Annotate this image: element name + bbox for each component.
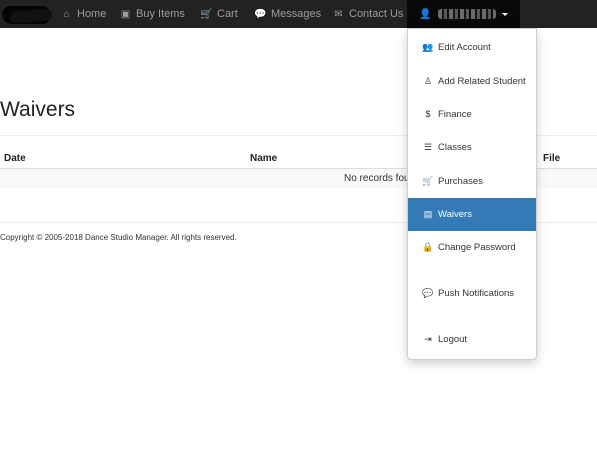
menu-item-label: Logout xyxy=(438,333,468,345)
nav-contact-us-label: Contact Us xyxy=(349,8,404,20)
menu-item-label: Add Related Student xyxy=(438,75,526,87)
menu-item-change-password[interactable]: 🔒 Change Password xyxy=(408,238,536,256)
nav-contact-us[interactable]: ✉ Contact Us xyxy=(332,0,403,28)
column-header-name: Name xyxy=(250,153,278,164)
menu-item-push-notifications[interactable]: 💬 Push Notifications xyxy=(408,284,536,302)
users-icon: 👥 xyxy=(422,41,434,52)
home-icon: ⌂ xyxy=(63,8,70,20)
envelope-icon: ✉ xyxy=(334,8,343,20)
nav-messages[interactable]: 💬 Messages xyxy=(254,0,321,28)
package-icon: ▣ xyxy=(120,8,131,20)
top-navbar: ⌂ Home ▣ Buy Items 🛒 Cart 💬 Messages ✉ C… xyxy=(0,0,597,28)
student-icon: ♙ xyxy=(423,75,433,86)
cart-icon: 🛒 xyxy=(200,8,213,20)
nav-home-label: Home xyxy=(77,8,107,20)
nav-messages-label: Messages xyxy=(271,8,322,20)
menu-item-label: Purchases xyxy=(438,175,483,187)
nav-home[interactable]: ⌂ Home xyxy=(60,0,106,28)
dollar-icon: $ xyxy=(425,109,431,119)
comments-icon: 💬 xyxy=(422,287,434,298)
nav-cart-label: Cart xyxy=(217,8,238,20)
column-header-date: Date xyxy=(4,153,26,164)
menu-item-add-related-student[interactable]: ♙ Add Related Student xyxy=(408,72,536,90)
menu-item-purchases[interactable]: 🛒 Purchases xyxy=(408,172,536,190)
nav-cart[interactable]: 🛒 Cart xyxy=(200,0,238,28)
nav-buy-items-label: Buy Items xyxy=(136,8,185,20)
redacted-username xyxy=(438,9,496,19)
nav-buy-items[interactable]: ▣ Buy Items xyxy=(119,0,185,28)
menu-item-label: Classes xyxy=(438,141,472,153)
lock-icon: 🔒 xyxy=(422,241,434,252)
user-menu-toggle[interactable]: 👤 xyxy=(407,0,520,28)
list-icon: ☰ xyxy=(423,141,433,152)
menu-item-label: Waivers xyxy=(438,209,472,220)
comments-icon: 💬 xyxy=(254,8,267,20)
menu-item-label: Push Notifications xyxy=(438,287,515,299)
menu-item-finance[interactable]: $ Finance xyxy=(408,105,536,123)
page-title: Waivers xyxy=(0,98,76,121)
menu-item-edit-account[interactable]: 👥 Edit Account xyxy=(408,38,536,56)
user-icon: 👤 xyxy=(419,8,432,20)
brand-logo[interactable] xyxy=(0,2,55,28)
footer-copyright: Copyright © 2005-2018 Dance Studio Manag… xyxy=(0,233,237,242)
column-header-file: File xyxy=(543,153,561,164)
file-icon: ▤ xyxy=(423,209,433,219)
menu-item-logout[interactable]: ⇥ Logout xyxy=(408,330,536,348)
caret-down-icon xyxy=(502,12,508,16)
logout-icon: ⇥ xyxy=(424,333,432,344)
user-dropdown-menu: 👥 Edit Account ♙ Add Related Student $ F… xyxy=(407,28,537,360)
menu-item-label: Edit Account xyxy=(438,41,491,53)
menu-item-label: Change Password xyxy=(438,241,516,253)
menu-item-waivers[interactable]: ▤ Waivers xyxy=(408,198,536,231)
menu-item-label: Finance xyxy=(438,108,472,120)
cart-icon: 🛒 xyxy=(422,175,434,186)
menu-item-classes[interactable]: ☰ Classes xyxy=(408,138,536,156)
